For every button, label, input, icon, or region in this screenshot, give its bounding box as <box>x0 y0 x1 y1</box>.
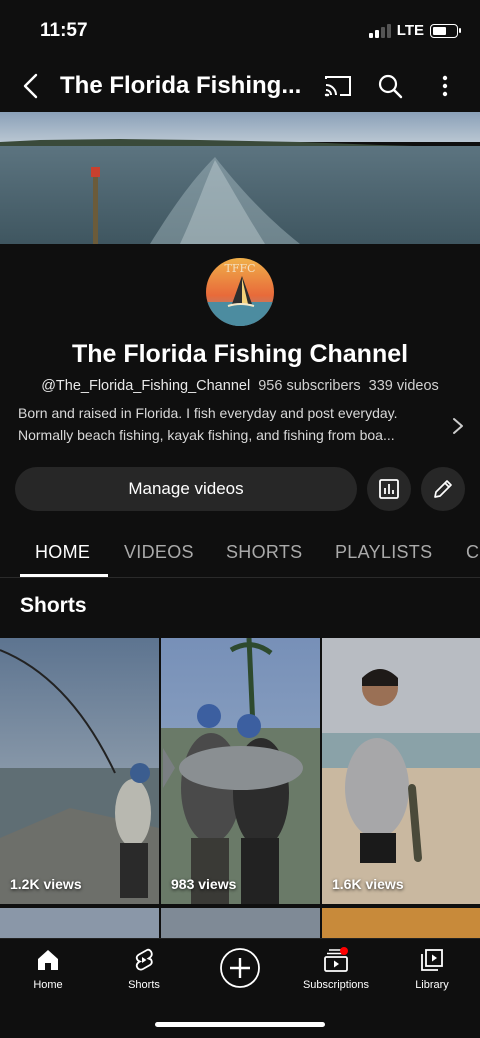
tab-home[interactable]: HOME <box>35 542 90 563</box>
channel-description[interactable]: Born and raised in Florida. I fish every… <box>18 402 443 446</box>
top-app-bar: The Florida Fishing... <box>0 62 480 110</box>
tab-shorts[interactable]: SHORTS <box>226 542 302 563</box>
nav-label: Shorts <box>128 979 160 991</box>
cast-icon <box>324 76 351 97</box>
subscriptions-icon <box>324 947 348 972</box>
short-view-count: 983 views <box>171 876 237 892</box>
search-button[interactable] <box>374 70 406 102</box>
cast-button[interactable] <box>322 70 354 102</box>
analytics-button[interactable] <box>367 467 411 511</box>
nav-label: Subscriptions <box>302 979 370 991</box>
nav-create[interactable] <box>192 947 288 989</box>
channel-meta: @The_Florida_Fishing_Channel 956 subscri… <box>0 378 480 394</box>
nav-shorts[interactable]: Shorts <box>96 947 192 991</box>
avatar-image: TFFC <box>206 258 274 326</box>
edit-channel-button[interactable] <box>421 467 465 511</box>
notification-dot-icon <box>340 947 348 955</box>
create-plus-icon <box>220 948 260 988</box>
short-view-count: 1.2K views <box>10 876 82 892</box>
signal-icon <box>368 23 391 38</box>
short-view-count: 1.6K views <box>332 876 404 892</box>
subscriber-count: 956 subscribers <box>258 378 361 394</box>
page-title: The Florida Fishing... <box>60 72 302 99</box>
channel-banner <box>0 112 480 244</box>
description-line: Born and raised in Florida. I fish every… <box>18 405 398 421</box>
home-indicator <box>155 1022 325 1027</box>
pencil-icon <box>434 480 452 498</box>
status-time: 11:57 <box>40 20 88 41</box>
manage-videos-button[interactable]: Manage videos <box>15 467 357 511</box>
nav-label: Library <box>415 979 449 991</box>
home-icon <box>38 950 58 970</box>
description-line: Normally beach fishing, kayak fishing, a… <box>18 427 395 443</box>
short-thumbnail[interactable]: 983 views <box>161 638 320 904</box>
short-image <box>0 638 159 904</box>
active-tab-indicator <box>20 574 108 577</box>
network-label: LTE <box>396 22 424 39</box>
channel-avatar[interactable]: TFFC <box>206 258 274 326</box>
tab-community[interactable]: C <box>466 542 479 563</box>
channel-handle: @The_Florida_Fishing_Channel <box>41 378 251 394</box>
short-image <box>161 638 320 904</box>
search-icon <box>378 74 403 99</box>
avatar-initials: TFFC <box>224 262 255 275</box>
analytics-icon <box>379 479 399 499</box>
battery-icon <box>430 23 461 38</box>
nav-home[interactable]: Home <box>0 947 96 991</box>
short-thumbnail[interactable] <box>322 908 480 938</box>
tab-videos[interactable]: VIDEOS <box>124 542 194 563</box>
library-icon <box>421 949 443 971</box>
chevron-right-icon <box>453 418 463 434</box>
short-thumbnail[interactable]: 1.2K views <box>0 638 159 904</box>
chevron-left-icon <box>23 73 38 99</box>
nav-subscriptions[interactable]: Subscriptions <box>288 947 384 991</box>
more-vert-icon <box>442 75 448 97</box>
nav-library[interactable]: Library <box>384 947 480 991</box>
back-button[interactable] <box>16 70 48 102</box>
more-options-button[interactable] <box>429 70 461 102</box>
channel-name: The Florida Fishing Channel <box>71 340 409 368</box>
tab-playlists[interactable]: PLAYLISTS <box>335 542 432 563</box>
shorts-icon <box>135 948 153 971</box>
nav-label: Home <box>33 979 63 991</box>
status-indicators: LTE <box>368 22 461 39</box>
short-thumbnail[interactable] <box>0 908 159 938</box>
shorts-grid: 1.2K views 983 views 1.6K views <box>0 638 480 938</box>
video-count: 339 videos <box>368 378 439 394</box>
short-thumbnail[interactable]: 1.6K views <box>322 638 480 904</box>
channel-tabs: HOME VIDEOS SHORTS PLAYLISTS C <box>0 530 480 578</box>
section-title: Shorts <box>20 594 87 617</box>
description-expand-button[interactable] <box>448 414 468 438</box>
banner-image <box>0 112 480 244</box>
short-thumbnail[interactable] <box>161 908 320 938</box>
short-image <box>322 638 480 904</box>
status-bar: 11:57 LTE <box>0 0 480 60</box>
